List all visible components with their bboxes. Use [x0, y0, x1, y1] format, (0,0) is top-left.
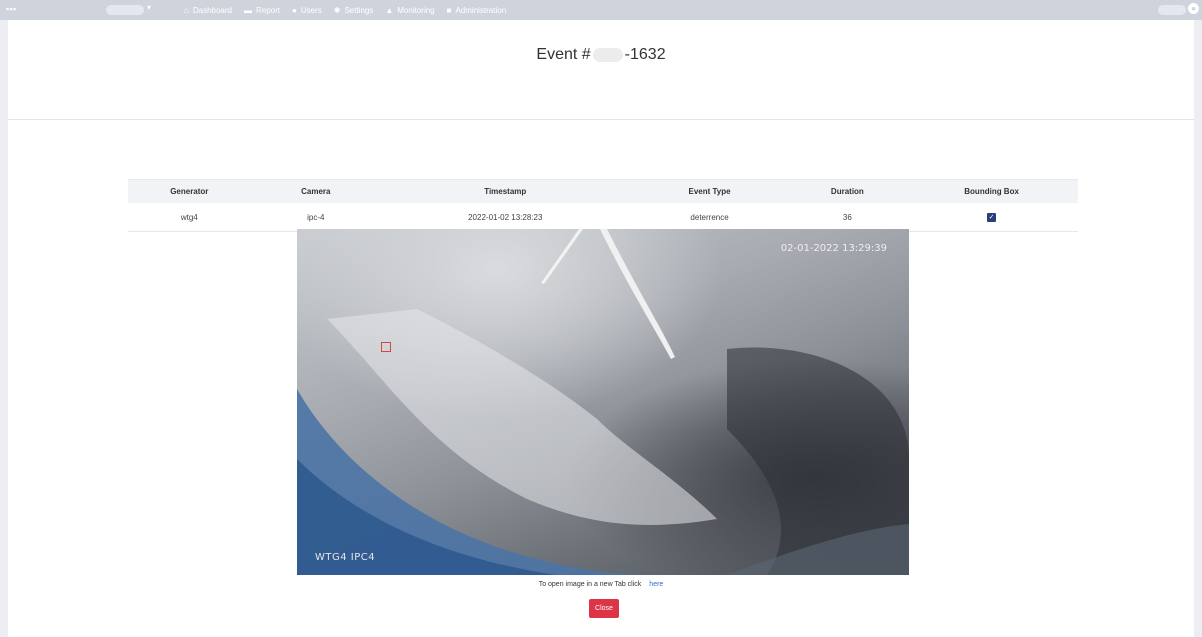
nav-users[interactable]: ● Users	[292, 6, 322, 15]
nav-report-label: Report	[255, 5, 280, 15]
event-detail-card: Event # -1632 Generator Camera Timestamp …	[8, 20, 1194, 637]
bounding-box-marker	[381, 342, 391, 352]
open-image-line: To open image in a new Tab click here	[8, 581, 1194, 588]
redacted-id	[592, 47, 623, 62]
camera-image: 02-01-2022 13:29:39 WTG4 IPC4	[297, 229, 909, 575]
table-header-row: Generator Camera Timestamp Event Type Du…	[128, 179, 1078, 203]
main-nav: ⌂ Dashboard ▬ Report ● Users ✱ Settings …	[184, 0, 506, 20]
bounding-box-checkbox[interactable]: ✓	[987, 212, 997, 222]
header-generator: Generator	[128, 179, 251, 203]
header-duration: Duration	[789, 179, 906, 203]
cell-event-type: deterrence	[629, 203, 790, 232]
header-timestamp: Timestamp	[380, 179, 630, 203]
nav-settings-label: Settings	[344, 5, 374, 15]
nav-dashboard-label: Dashboard	[192, 5, 232, 15]
brand-logo[interactable]: ▪▪▪	[6, 4, 16, 14]
header-event-type: Event Type	[629, 179, 790, 203]
cell-duration: 36	[789, 203, 906, 232]
user-icon: ●	[292, 5, 297, 15]
account-icon[interactable]: ●	[1188, 3, 1199, 14]
page-title: Event # -1632	[8, 46, 1194, 64]
sky-photo	[297, 229, 909, 575]
nav-users-label: Users	[300, 5, 322, 15]
home-icon: ⌂	[184, 5, 189, 15]
nav-administration-label: Administration	[455, 5, 507, 15]
header-camera: Camera	[250, 179, 381, 203]
title-suffix: -1632	[624, 46, 666, 63]
close-button[interactable]: Close	[589, 599, 619, 618]
user-name-pill[interactable]	[1158, 5, 1186, 15]
table-row: wtg4 ipc-4 2022-01-02 13:28:23 deterrenc…	[128, 203, 1078, 232]
warning-icon: ▲	[385, 5, 394, 15]
event-table: Generator Camera Timestamp Event Type Du…	[128, 179, 1078, 232]
gear-icon: ✱	[333, 5, 341, 15]
cell-bounding-box: ✓	[905, 203, 1078, 232]
top-navbar: ▪▪▪ ▾ ⌂ Dashboard ▬ Report ● Users ✱ Set…	[0, 0, 1202, 20]
nav-monitoring-label: Monitoring	[397, 5, 435, 15]
title-row: Event # -1632	[8, 20, 1194, 120]
organization-select[interactable]	[106, 5, 144, 15]
title-prefix: Event #	[536, 46, 591, 63]
cell-timestamp: 2022-01-02 13:28:23	[380, 203, 630, 232]
nav-report[interactable]: ▬ Report	[244, 6, 280, 15]
lock-icon: ■	[446, 5, 452, 15]
cell-generator: wtg4	[128, 203, 251, 232]
chart-icon: ▬	[243, 5, 252, 15]
image-camera-label: WTG4 IPC4	[315, 552, 376, 563]
cell-camera: ipc-4	[250, 203, 381, 232]
nav-settings[interactable]: ✱ Settings	[334, 6, 374, 15]
header-bounding-box: Bounding Box	[905, 179, 1078, 203]
chevron-down-icon[interactable]: ▾	[147, 3, 151, 12]
nav-dashboard[interactable]: ⌂ Dashboard	[184, 6, 232, 15]
nav-monitoring[interactable]: ▲ Monitoring	[385, 6, 434, 15]
nav-administration[interactable]: ■ Administration	[447, 6, 507, 15]
open-image-text: To open image in a new Tab click	[538, 581, 642, 588]
open-image-link[interactable]: here	[649, 581, 663, 588]
image-timestamp-overlay: 02-01-2022 13:29:39	[780, 243, 887, 254]
